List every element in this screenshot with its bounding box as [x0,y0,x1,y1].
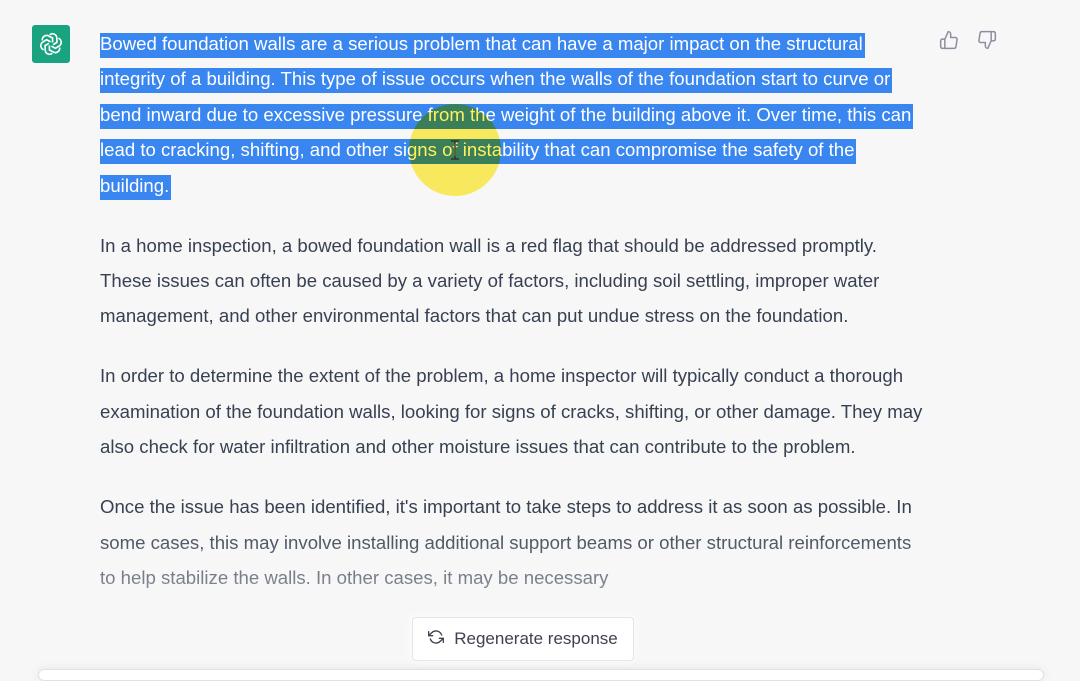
regenerate-response-button[interactable]: Regenerate response [412,617,634,661]
paragraph-selected: Bowed foundation walls are a serious pro… [100,26,930,203]
assistant-message: Bowed foundation walls are a serious pro… [0,0,1080,675]
paragraph: Once the issue has been identified, it's… [100,496,912,589]
selected-text[interactable]: Bowed foundation walls are a serious pro… [100,33,914,200]
message-content: Bowed foundation walls are a serious pro… [100,26,930,620]
thumbs-up-icon[interactable] [937,28,961,52]
feedback-buttons [937,28,999,52]
paragraph: In order to determine the extent of the … [100,365,923,458]
thumbs-down-icon[interactable] [975,28,999,52]
openai-logo-icon [32,25,70,63]
refresh-icon [428,629,445,650]
regenerate-label: Regenerate response [454,629,618,648]
chat-input[interactable] [38,669,1044,681]
paragraph: In a home inspection, a bowed foundation… [100,234,880,327]
